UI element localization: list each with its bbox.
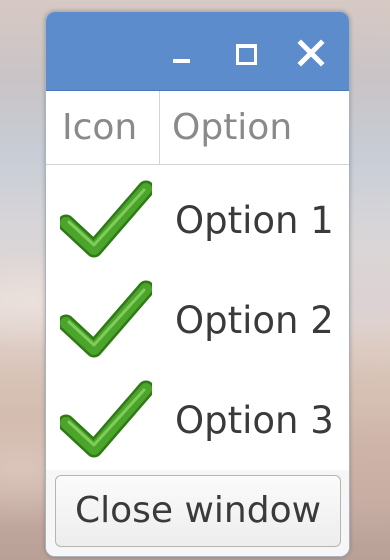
close-window-button[interactable]: Close window <box>55 475 341 547</box>
column-header-option[interactable]: Option <box>160 91 349 164</box>
maximize-icon <box>236 44 257 65</box>
tree-header: Icon Option <box>46 91 349 165</box>
close-icon <box>297 39 325 67</box>
row-label: Option 2 <box>175 299 334 342</box>
minimize-icon <box>173 59 190 63</box>
close-button[interactable] <box>296 38 326 68</box>
dialog-window: Icon Option Option 1 Option 2 Option 3 C… <box>45 11 350 557</box>
green-checkmark-icon <box>60 280 152 358</box>
dialog-footer: Close window <box>46 470 349 556</box>
options-tree-view[interactable]: Icon Option Option 1 Option 2 Option 3 <box>46 91 349 470</box>
row-label: Option 3 <box>175 399 334 442</box>
green-checkmark-icon <box>60 180 152 258</box>
tree-row-option-3[interactable]: Option 3 <box>46 371 349 471</box>
column-header-icon[interactable]: Icon <box>46 91 160 164</box>
maximize-button[interactable] <box>230 38 260 68</box>
green-checkmark-icon <box>60 380 152 458</box>
row-label: Option 1 <box>175 199 334 242</box>
tree-row-option-1[interactable]: Option 1 <box>46 171 349 271</box>
minimize-button[interactable] <box>166 38 196 68</box>
tree-row-option-2[interactable]: Option 2 <box>46 271 349 371</box>
titlebar[interactable] <box>46 12 349 91</box>
